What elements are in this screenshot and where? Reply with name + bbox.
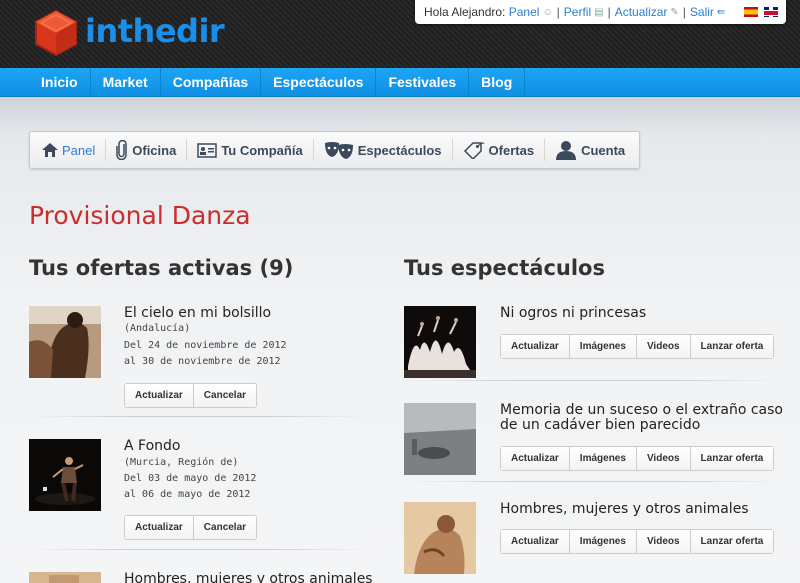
launch-offer-button[interactable]: Lanzar oferta xyxy=(690,335,774,358)
update-button[interactable]: Actualizar xyxy=(501,335,570,358)
separator: | xyxy=(607,5,611,19)
theater-masks-icon xyxy=(324,142,353,159)
subnav-label: Cuenta xyxy=(581,142,626,158)
nav-companias[interactable]: Compañías xyxy=(161,68,262,96)
show-title[interactable]: Hombres, mujeres y otros animales xyxy=(500,502,749,517)
divider xyxy=(404,481,784,482)
separator: | xyxy=(556,5,560,19)
divider xyxy=(29,549,369,550)
subnav-panel[interactable]: Panel xyxy=(42,139,107,161)
logo-text: inthedir xyxy=(85,12,225,50)
user-icon xyxy=(556,141,577,160)
offer-date-to: al 30 de noviembre de 2012 xyxy=(124,356,281,367)
show-title[interactable]: Ni ogros ni princesas xyxy=(500,306,646,321)
videos-button[interactable]: Videos xyxy=(636,447,691,470)
offer-date-from: Del 03 de mayo de 2012 xyxy=(124,473,257,484)
show-thumbnail[interactable] xyxy=(404,306,476,378)
user-menu: Hola Alejandro: Panel ☺ | Perfil ▤ | Act… xyxy=(415,0,786,24)
subnav-label: Panel xyxy=(62,142,96,158)
id-card-icon: ▤ xyxy=(594,6,604,18)
panel-link[interactable]: Panel xyxy=(509,5,540,19)
offer-actions: Actualizar Cancelar xyxy=(124,515,258,540)
subnav-ofertas[interactable]: Ofertas xyxy=(463,139,546,161)
show-thumbnail[interactable] xyxy=(404,403,476,475)
images-button[interactable]: Imágenes xyxy=(569,447,637,470)
update-button[interactable]: Actualizar xyxy=(501,530,570,553)
subnav-label: Oficina xyxy=(132,142,177,158)
show-title-line-2[interactable]: de un cadáver bien parecido xyxy=(500,418,700,433)
update-button[interactable]: Actualizar xyxy=(125,384,194,407)
dashboard-subnav: Panel Oficina Tu Compañía Espectáculos O… xyxy=(29,131,640,169)
update-button[interactable]: Actualizar xyxy=(501,447,570,470)
user-icon: ☺ xyxy=(542,6,553,18)
offer-title[interactable]: A Fondo xyxy=(124,439,180,454)
nav-festivales[interactable]: Festivales xyxy=(376,68,470,96)
nav-inicio[interactable]: Inicio xyxy=(0,68,91,96)
offer-title[interactable]: Hombres, mujeres y otros animales xyxy=(124,572,373,583)
offer-thumbnail[interactable] xyxy=(29,572,101,583)
main-nav: Inicio Market Compañías Espectáculos Fes… xyxy=(0,68,800,97)
spanish-flag-icon[interactable] xyxy=(744,7,759,17)
profile-link[interactable]: Perfil xyxy=(564,5,591,19)
offer-date-to: al 06 de mayo de 2012 xyxy=(124,489,251,500)
nav-blog[interactable]: Blog xyxy=(469,68,526,96)
images-button[interactable]: Imágenes xyxy=(569,335,637,358)
english-flag-icon[interactable] xyxy=(764,7,779,17)
subnav-cuenta[interactable]: Cuenta xyxy=(555,139,635,161)
logout-icon: ⇚ xyxy=(716,6,726,18)
videos-button[interactable]: Videos xyxy=(636,335,691,358)
site-header: inthedir Hola Alejandro: Panel ☺ | Perfi… xyxy=(0,0,800,68)
offer-thumbnail[interactable] xyxy=(29,306,101,378)
launch-offer-button[interactable]: Lanzar oferta xyxy=(690,530,774,553)
show-actions: Actualizar Imágenes Videos Lanzar oferta xyxy=(500,334,775,359)
update-button[interactable]: Actualizar xyxy=(125,516,194,539)
logout-link[interactable]: Salir xyxy=(690,5,714,19)
subnav-espectaculos[interactable]: Espectáculos xyxy=(324,139,453,161)
price-tag-icon xyxy=(463,142,485,159)
separator: | xyxy=(682,5,686,19)
cube-logo-icon xyxy=(35,9,77,57)
subnav-oficina[interactable]: Oficina xyxy=(116,139,188,161)
cancel-button[interactable]: Cancelar xyxy=(193,516,257,539)
offer-date-from: Del 24 de noviembre de 2012 xyxy=(124,340,287,351)
page-title: Provisional Danza xyxy=(29,201,251,230)
subnav-label: Ofertas xyxy=(488,142,535,158)
show-actions: Actualizar Imágenes Videos Lanzar oferta xyxy=(500,446,775,471)
main-content: Panel Oficina Tu Compañía Espectáculos O… xyxy=(0,97,800,583)
launch-offer-button[interactable]: Lanzar oferta xyxy=(690,447,774,470)
subnav-label: Espectáculos xyxy=(357,142,442,158)
greeting: Hola Alejandro: xyxy=(424,5,506,19)
pencil-icon: ✎ xyxy=(670,6,679,18)
divider xyxy=(29,416,369,417)
shows-heading: Tus espectáculos xyxy=(404,256,605,280)
offer-region: (Murcia, Región de) xyxy=(124,457,239,468)
paperclip-icon xyxy=(116,140,127,160)
images-button[interactable]: Imágenes xyxy=(569,530,637,553)
videos-button[interactable]: Videos xyxy=(636,530,691,553)
site-logo[interactable]: inthedir xyxy=(33,9,225,59)
show-actions: Actualizar Imágenes Videos Lanzar oferta xyxy=(500,529,775,554)
cancel-button[interactable]: Cancelar xyxy=(193,384,257,407)
subnav-tu-compania[interactable]: Tu Compañía xyxy=(197,139,314,161)
show-title-line-1[interactable]: Memoria de un suceso o el extraño caso xyxy=(500,403,783,418)
nav-market[interactable]: Market xyxy=(91,68,161,96)
subnav-label: Tu Compañía xyxy=(221,142,303,158)
offer-thumbnail[interactable] xyxy=(29,439,101,511)
offers-heading: Tus ofertas activas (9) xyxy=(29,256,294,280)
offer-actions: Actualizar Cancelar xyxy=(124,383,258,408)
divider xyxy=(404,380,784,381)
offer-region: (Andalucía) xyxy=(124,323,191,334)
show-thumbnail[interactable] xyxy=(404,502,476,574)
offer-title[interactable]: El cielo en mi bolsillo xyxy=(124,306,271,321)
home-icon xyxy=(42,143,58,157)
id-card-icon xyxy=(197,142,218,158)
update-link[interactable]: Actualizar xyxy=(615,5,668,19)
nav-espectaculos[interactable]: Espectáculos xyxy=(261,68,377,96)
